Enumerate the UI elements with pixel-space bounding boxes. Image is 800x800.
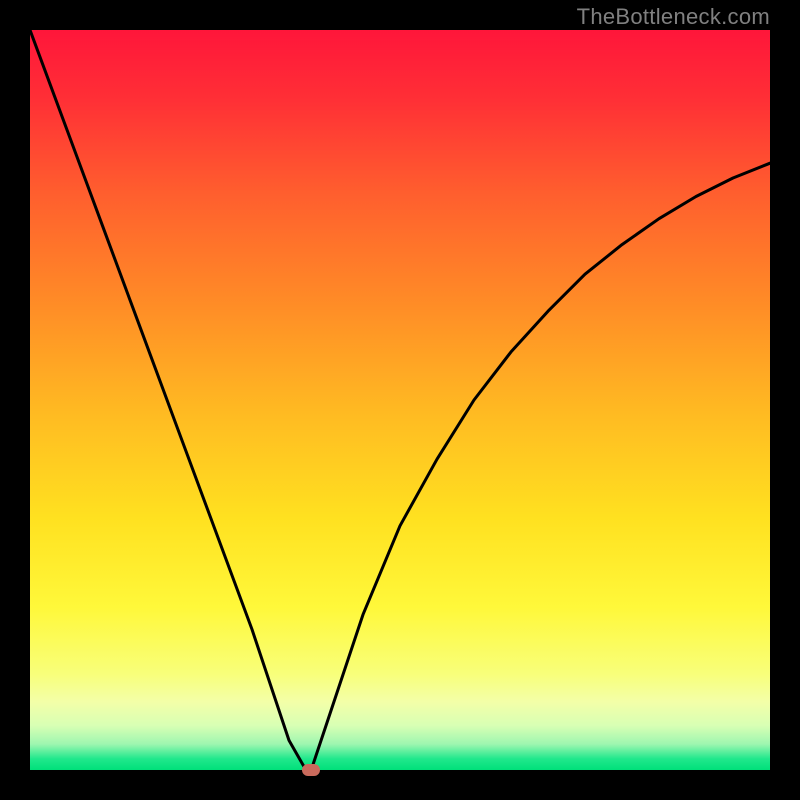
watermark-text: TheBottleneck.com (577, 4, 770, 30)
plot-area (30, 30, 770, 770)
bottleneck-curve (30, 30, 770, 770)
chart-container: TheBottleneck.com (0, 0, 800, 800)
optimal-marker (302, 764, 320, 776)
